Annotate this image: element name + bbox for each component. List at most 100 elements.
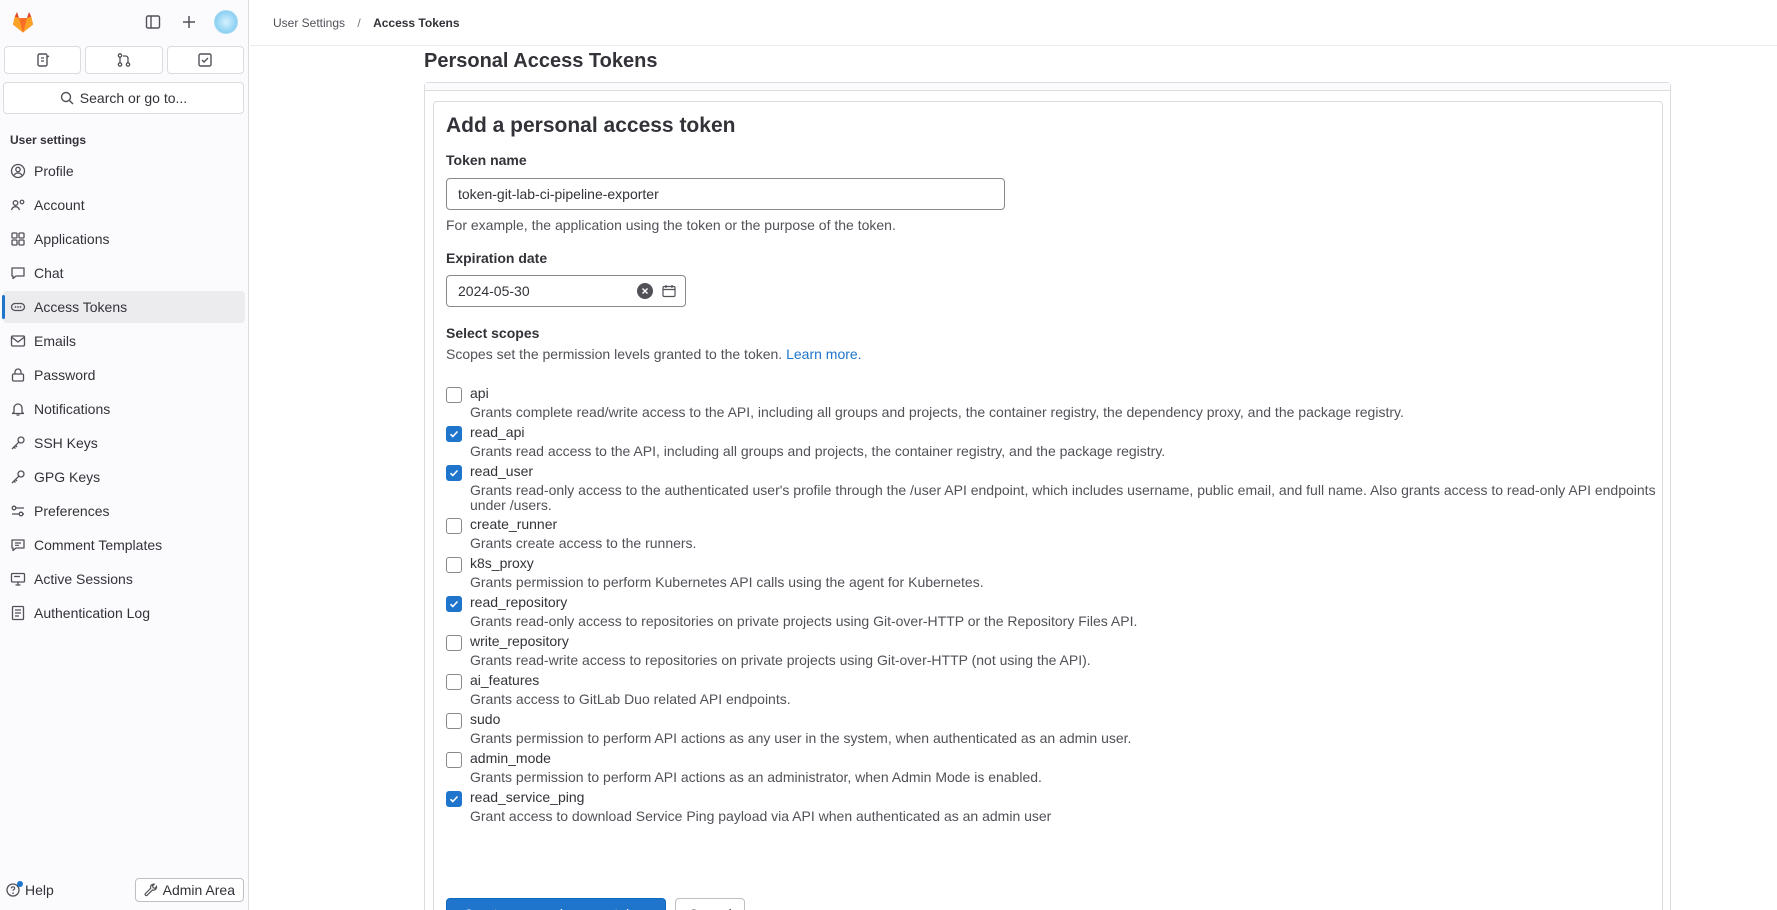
sidebar-item-label: Authentication Log [34,605,150,621]
monitor-icon [10,571,26,587]
sidebar-item-label: Profile [34,163,74,179]
scope-name[interactable]: read_service_ping [470,789,584,805]
merge-requests-count-button[interactable] [85,46,163,74]
scope-checkbox[interactable] [446,557,462,573]
issues-icon [36,53,49,67]
sidebar-item-password[interactable]: Password [3,359,245,391]
scope-name[interactable]: k8s_proxy [470,555,534,571]
scope-checkbox[interactable] [446,791,462,807]
breadcrumb-access-tokens[interactable]: Access Tokens [373,16,460,30]
todos-count-button[interactable] [166,46,244,74]
sidebar-item-label: Password [34,367,96,383]
sidebar-item-label: Access Tokens [34,299,128,315]
scope-checkbox[interactable] [446,635,462,651]
scope-name[interactable]: admin_mode [470,750,551,766]
scope-checkbox[interactable] [446,713,462,729]
token-name-input[interactable] [446,178,1005,210]
search-icon [60,91,74,105]
checkmark-icon [449,600,459,608]
scope-name[interactable]: read_user [470,463,533,479]
sidebar-item-label: GPG Keys [34,469,101,485]
avatar[interactable] [214,10,238,34]
cancel-button[interactable]: Cancel [675,898,745,910]
token-name-label: Token name [446,152,527,168]
scope-name[interactable]: write_repository [470,633,569,649]
issues-count-button[interactable] [4,46,82,74]
preferences-icon [10,503,26,519]
calendar-icon[interactable] [661,283,677,299]
sidebar-item-ssh-keys[interactable]: SSH Keys [3,427,245,459]
clear-date-icon[interactable] [637,283,653,299]
sidebar-item-chat[interactable]: Chat [3,257,245,289]
scope-checkbox[interactable] [446,465,462,481]
select-scopes-label: Select scopes [446,325,540,341]
scope-name[interactable]: api [470,385,489,401]
scope-description: Grants permission to perform API actions… [470,730,1132,746]
scope-name[interactable]: read_api [470,424,525,440]
comment-icon [10,537,26,553]
sidebar-item-notifications[interactable]: Notifications [3,393,245,425]
scope-name[interactable]: create_runner [470,516,557,532]
sidebar-item-label: Preferences [34,503,110,519]
key-icon [10,435,26,451]
scope-description: Grants read access to the API, including… [470,443,1166,459]
breadcrumb-user-settings[interactable]: User Settings [273,16,345,30]
account-icon [10,197,26,213]
scope-checkbox[interactable] [446,674,462,690]
key-icon [10,469,26,485]
scope-description: Grants read-only access to the authentic… [470,482,1656,513]
help-button[interactable]: Help [6,881,54,898]
sidebar-counts [0,44,248,74]
sidebar-item-label: Notifications [34,401,111,417]
scope-checkbox[interactable] [446,596,462,612]
admin-area-button[interactable]: Admin Area [134,878,244,902]
scope-description: Grants permission to perform Kubernetes … [470,574,984,590]
sidebar-item-profile[interactable]: Profile [3,155,245,187]
sidebar-item-emails[interactable]: Emails [3,325,245,357]
tokens-card-header [425,83,1670,91]
chat-icon [10,265,26,281]
sidebar-section-title: User settings [10,133,87,147]
scope-description: Grants complete read/write access to the… [470,404,1404,420]
plus-icon[interactable] [178,11,200,33]
sidebar-item-label: Chat [34,265,64,281]
scope-description: Grant access to download Service Ping pa… [470,808,1052,824]
token-icon [10,299,26,315]
admin-area-label: Admin Area [162,882,235,898]
scope-checkbox[interactable] [446,387,462,403]
scope-name[interactable]: read_repository [470,594,567,610]
scope-name[interactable]: ai_features [470,672,539,688]
log-icon [10,605,26,621]
learn-more-link[interactable]: Learn more. [786,346,861,362]
search-button[interactable]: Search or go to... [3,82,244,114]
profile-icon [10,163,26,179]
expiration-date-label: Expiration date [446,250,548,266]
sidebar-item-authentication-log[interactable]: Authentication Log [3,597,245,629]
scope-checkbox[interactable] [446,426,462,442]
scopes-help-text: Scopes set the permission levels granted… [446,346,783,362]
scope-checkbox[interactable] [446,752,462,768]
checkmark-icon [449,795,459,803]
gitlab-logo-icon[interactable] [10,9,36,35]
toggle-sidebar-icon[interactable] [142,11,164,33]
create-token-button[interactable]: Create personal access token [446,898,666,910]
sidebar-item-comment-templates[interactable]: Comment Templates [3,529,245,561]
top-bar: User Settings / Access Tokens [250,0,1777,46]
sidebar-item-preferences[interactable]: Preferences [3,495,245,527]
expiration-date-input[interactable]: 2024-05-30 [446,275,686,307]
scope-checkbox[interactable] [446,518,462,534]
sidebar: Search or go to... User settings Profile… [0,0,249,910]
breadcrumb: User Settings / Access Tokens [273,16,460,30]
expiration-date-value[interactable]: 2024-05-30 [447,283,637,299]
search-label: Search or go to... [79,90,188,106]
form-title: Add a personal access token [446,114,736,137]
sidebar-item-active-sessions[interactable]: Active Sessions [3,563,245,595]
todo-icon [198,53,213,67]
sidebar-item-account[interactable]: Account [3,189,245,221]
sidebar-item-access-tokens[interactable]: Access Tokens [2,291,245,323]
breadcrumb-separator: / [357,15,361,30]
sidebar-item-gpg-keys[interactable]: GPG Keys [3,461,245,493]
sidebar-item-applications[interactable]: Applications [3,223,245,255]
sidebar-item-label: SSH Keys [34,435,98,451]
scope-name[interactable]: sudo [470,711,500,727]
